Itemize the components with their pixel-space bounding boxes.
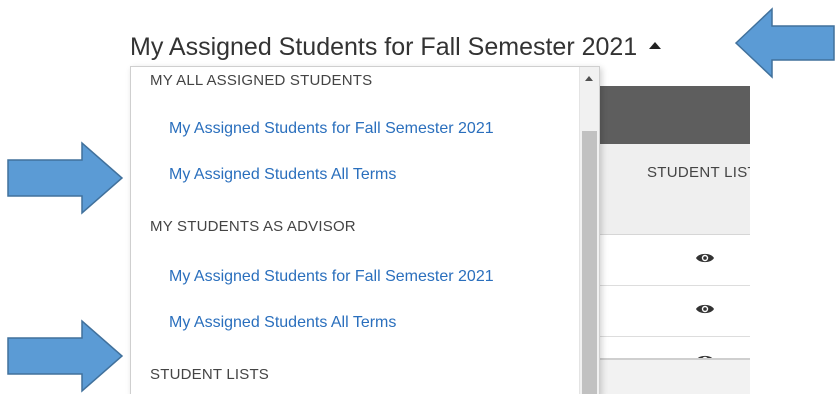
group-header-as-advisor: MY STUDENTS AS ADVISOR bbox=[150, 218, 356, 235]
column-header-student-lists[interactable]: STUDENT LISTS bbox=[647, 164, 750, 181]
menu-item-all-assigned-fall-2021[interactable]: My Assigned Students for Fall Semester 2… bbox=[169, 120, 494, 138]
annotation-arrow-right-icon bbox=[7, 141, 124, 215]
annotation-arrow-right-icon bbox=[7, 319, 124, 393]
annotation-arrow-left-icon bbox=[734, 7, 835, 79]
caret-up-icon bbox=[649, 41, 662, 49]
term-dropdown-menu: MY ALL ASSIGNED STUDENTS My Assigned Stu… bbox=[130, 66, 600, 394]
menu-item-advisor-all-terms[interactable]: My Assigned Students All Terms bbox=[169, 314, 396, 332]
eye-icon[interactable] bbox=[695, 302, 715, 316]
menu-item-advisor-fall-2021[interactable]: My Assigned Students for Fall Semester 2… bbox=[169, 268, 494, 286]
menu-item-all-assigned-all-terms[interactable]: My Assigned Students All Terms bbox=[169, 166, 396, 184]
eye-icon[interactable] bbox=[695, 251, 715, 265]
scroll-up-arrow-icon[interactable] bbox=[585, 76, 593, 81]
group-header-student-lists: STUDENT LISTS bbox=[150, 366, 270, 383]
group-header-all-assigned: MY ALL ASSIGNED STUDENTS bbox=[150, 72, 373, 89]
term-selector-label: My Assigned Students for Fall Semester 2… bbox=[130, 33, 638, 61]
term-selector-dropdown[interactable]: My Assigned Students for Fall Semester 2… bbox=[130, 30, 662, 64]
screenshot-stage: My Assigned Students for Fall Semester 2… bbox=[0, 0, 838, 394]
scrollbar-thumb[interactable] bbox=[582, 131, 597, 394]
dropdown-scrollbar[interactable] bbox=[579, 67, 599, 394]
